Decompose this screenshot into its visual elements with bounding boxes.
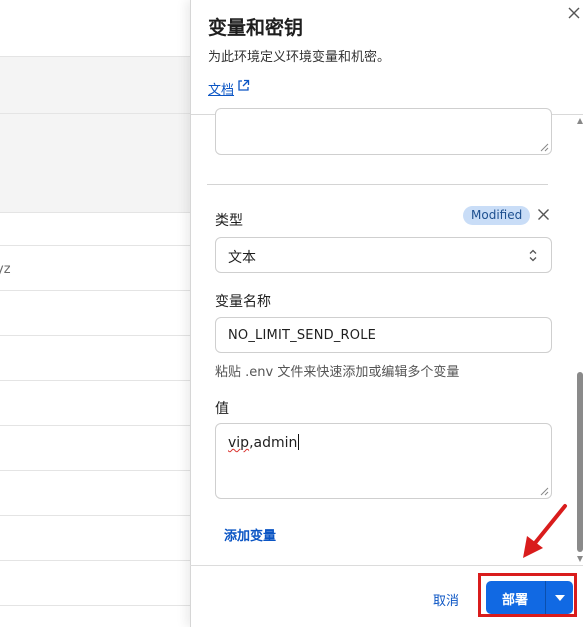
- list-item: [0, 381, 190, 426]
- annotation-arrow-icon: [523, 504, 567, 558]
- list-item: [0, 57, 190, 114]
- type-select[interactable]: 文本: [215, 237, 552, 273]
- remove-variable-icon[interactable]: [537, 208, 550, 221]
- list-item: yz: [0, 246, 190, 291]
- value-text: vip,admin: [228, 434, 300, 451]
- list-item: [0, 336, 190, 381]
- scroll-down-arrow-icon[interactable]: [577, 556, 583, 562]
- variable-name-input[interactable]: NO_LIMIT_SEND_ROLE: [215, 317, 552, 353]
- list-item: [0, 213, 190, 246]
- scrollbar-thumb[interactable]: [577, 372, 583, 552]
- scroll-up-arrow-icon[interactable]: [577, 118, 583, 124]
- list-item: [0, 114, 190, 213]
- docs-link[interactable]: 文档: [208, 79, 234, 98]
- deploy-dropdown-caret-icon[interactable]: [548, 581, 573, 614]
- list-item: [0, 561, 190, 606]
- footer-divider: [190, 565, 583, 566]
- deploy-split-button: 部署: [486, 581, 573, 614]
- background-page: yz: [0, 0, 190, 627]
- external-link-icon: [238, 79, 250, 91]
- list-item: [0, 471, 190, 516]
- value-textarea[interactable]: vip,admin: [215, 423, 552, 499]
- deploy-button[interactable]: 部署: [502, 589, 528, 608]
- env-hint: 粘贴 .env 文件来快速添加或编辑多个变量: [215, 365, 460, 380]
- deploy-separator: [545, 581, 546, 614]
- previous-value-textarea[interactable]: [215, 108, 552, 155]
- list-item: [0, 291, 190, 336]
- cancel-button[interactable]: 取消: [433, 590, 459, 609]
- value-text-rest: ,admin: [249, 435, 298, 451]
- list-item: [0, 426, 190, 471]
- variable-name-label: 变量名称: [215, 294, 271, 310]
- chevron-updown-icon: [529, 249, 537, 262]
- value-label: 值: [215, 401, 229, 417]
- modified-badge: Modified: [463, 206, 531, 225]
- panel-title: 变量和密钥: [208, 17, 304, 39]
- type-label: 类型: [215, 213, 243, 229]
- section-divider: [207, 184, 548, 185]
- resize-grip-icon[interactable]: [540, 487, 549, 496]
- resize-grip-icon[interactable]: [540, 143, 549, 152]
- text-caret: [298, 434, 300, 450]
- list-item: [0, 0, 190, 57]
- list-item: [0, 516, 190, 561]
- close-icon[interactable]: [567, 6, 581, 20]
- row-text-fragment: yz: [0, 262, 11, 277]
- variable-name-value: NO_LIMIT_SEND_ROLE: [228, 328, 377, 343]
- type-select-value: 文本: [228, 250, 256, 266]
- add-variable-button[interactable]: 添加变量: [224, 525, 276, 544]
- misspelled-word: vip: [228, 435, 250, 451]
- panel-subtitle: 为此环境定义环境变量和机密。: [208, 50, 391, 65]
